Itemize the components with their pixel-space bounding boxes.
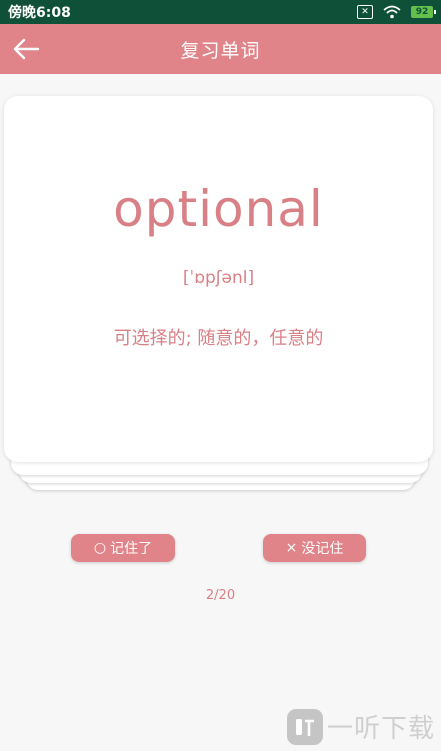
no-sim-icon: ✕ [357,5,373,19]
app-header: 复习单词 [0,24,441,74]
page-title: 复习单词 [180,39,261,62]
flashcard[interactable]: optional [ˈɒpʃənl] 可选择的; 随意的，任意的 [4,96,433,462]
forgot-label: 没记住 [301,541,344,557]
cross-icon: × [285,540,298,556]
watermark-text: 一听下载 [326,714,435,744]
battery-icon: 92 [411,6,436,18]
status-bar: 傍晚6:08 ✕ 92 [0,0,441,24]
remembered-button[interactable]: ○ 记住了 [71,534,175,562]
progress-counter: 2/20 [205,588,236,603]
status-icons: ✕ 92 [357,5,436,19]
remembered-label: 记住了 [110,541,153,557]
wifi-icon [383,5,401,19]
meaning-text: 可选择的; 随意的，任意的 [113,328,324,349]
status-time: 傍晚6:08 [8,5,71,21]
circle-icon: ○ [93,540,107,556]
phonetic-text: [ˈɒpʃənl] [182,268,255,288]
forgot-button[interactable]: × 没记住 [263,534,366,562]
back-button[interactable] [10,34,42,64]
watermark: 一听下载 [286,708,435,745]
watermark-logo-icon [286,708,323,745]
word-text: optional [113,180,324,238]
arrow-left-icon [13,38,40,60]
